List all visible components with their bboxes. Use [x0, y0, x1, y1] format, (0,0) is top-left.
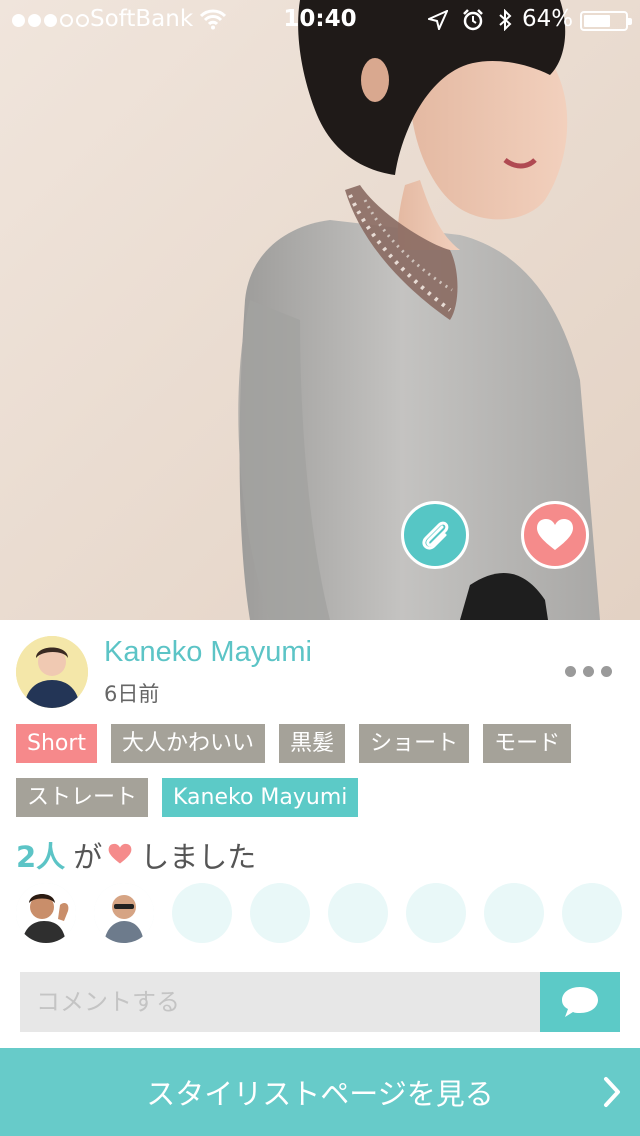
comment-send-button[interactable]	[540, 972, 620, 1032]
more-dot	[582, 665, 594, 677]
tag-straight[interactable]: ストレート	[16, 778, 149, 817]
battery-level	[584, 15, 610, 27]
tag-short-jp[interactable]: ショート	[359, 724, 470, 763]
paperclip-icon	[422, 521, 449, 550]
liker-empty-slot	[172, 883, 232, 943]
tag-otona-kawaii[interactable]: 大人かわいい	[111, 724, 266, 763]
tag-short[interactable]: Short	[16, 724, 98, 763]
like-button[interactable]	[521, 501, 589, 569]
tag-stylist[interactable]: Kaneko Mayumi	[162, 778, 359, 817]
more-options-button[interactable]	[556, 656, 620, 686]
more-dot	[564, 665, 576, 677]
liker-empty-slot	[328, 883, 388, 943]
status-bar: SoftBank 10:40 64%	[0, 0, 640, 40]
liker-empty-slot	[484, 883, 544, 943]
tag-kurokami[interactable]: 黒髪	[279, 724, 346, 763]
comment-input[interactable]	[20, 972, 540, 1032]
liker-avatar[interactable]	[16, 883, 76, 943]
liker-empty-slot	[406, 883, 466, 943]
battery-icon	[580, 11, 632, 31]
author-avatar[interactable]	[16, 636, 88, 708]
small-heart-icon	[108, 838, 132, 872]
stylist-page-button[interactable]: スタイリストページを見る	[0, 1048, 640, 1136]
location-arrow-icon	[425, 9, 449, 36]
chevron-right-icon	[602, 1076, 622, 1115]
likes-connector: が	[73, 840, 103, 874]
liker-avatar[interactable]	[94, 883, 154, 943]
bluetooth-icon	[498, 8, 512, 37]
liker-empty-slot	[562, 883, 622, 943]
more-dot	[600, 665, 612, 677]
likes-count[interactable]: 2人	[16, 834, 65, 876]
battery-percent: 64%	[522, 6, 574, 32]
likes-summary: 2人 が しました	[16, 834, 256, 876]
post-time: 6日前	[104, 682, 160, 706]
post-photo[interactable]: SoftBank 10:40 64%	[0, 0, 640, 620]
alarm-icon	[462, 9, 484, 37]
tag-mode[interactable]: モード	[483, 724, 572, 763]
author-name[interactable]: Kaneko Mayumi	[104, 636, 312, 669]
speech-bubble-icon	[562, 987, 598, 1017]
heart-icon	[537, 519, 573, 550]
stylist-page-label: スタイリストページを見る	[146, 1077, 494, 1111]
tag-list: Short 大人かわいい 黒髪 ショート モード ストレート Kaneko Ma…	[16, 724, 616, 817]
liker-empty-slot	[250, 883, 310, 943]
liker-list	[16, 883, 622, 943]
clip-button[interactable]	[401, 501, 469, 569]
likes-suffix: しました	[140, 840, 257, 874]
